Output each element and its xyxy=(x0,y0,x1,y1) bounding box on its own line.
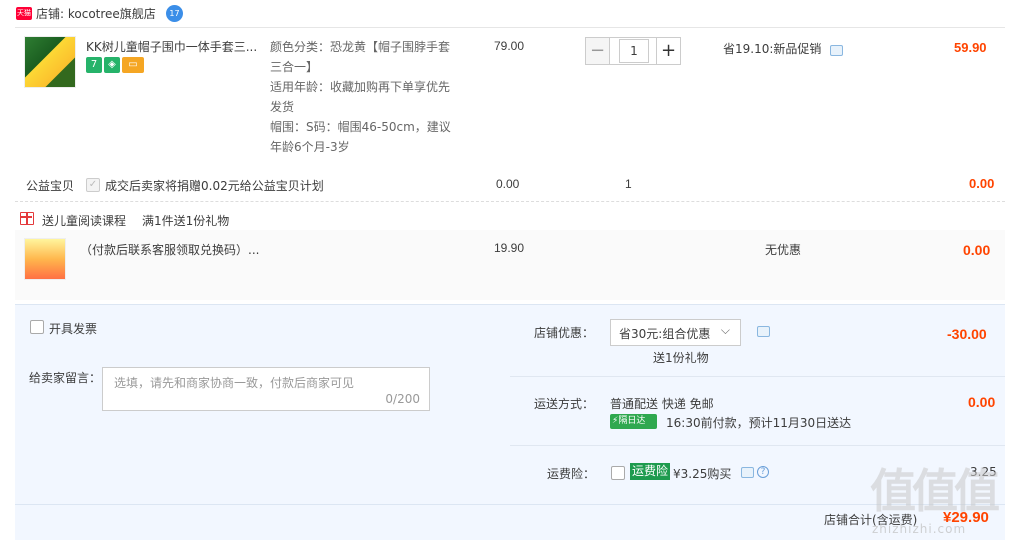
divider xyxy=(510,445,1005,446)
gift-item-title[interactable]: （付款后联系客服领取兑换码）... xyxy=(80,241,259,258)
card-icon[interactable]: ▭ xyxy=(122,57,144,73)
charity-text: 成交后卖家将捐赠0.02元给公益宝贝计划 xyxy=(105,179,324,193)
help-icon[interactable]: ? xyxy=(757,466,769,478)
watermark-url: zhizhizhi.com xyxy=(872,522,967,536)
sku-size: 帽围：S码：帽围46-50cm，建议年龄6个月-3岁 xyxy=(270,120,451,154)
gift-total: 0.00 xyxy=(963,242,991,258)
invoice-label[interactable]: 开具发票 xyxy=(49,320,97,337)
tmall-icon: 天猫 xyxy=(16,7,32,20)
divider xyxy=(15,201,1005,202)
divider xyxy=(15,27,1005,28)
service-icons: 7 ◈ ▭ xyxy=(86,57,146,73)
store-discount-amount: -30.00 xyxy=(947,326,987,342)
store-discount-selected: 省30元:组合优惠 xyxy=(619,327,711,341)
insurance-price: ¥3.25购买 xyxy=(673,467,732,481)
next-day-badge-text: 隔日达 xyxy=(618,416,646,426)
charity-price: 0.00 xyxy=(496,177,520,191)
charity-total: 0.00 xyxy=(969,176,995,191)
message-counter: 0/200 xyxy=(385,392,420,406)
shipping-method: 普通配送 快递 免邮 xyxy=(610,397,714,411)
promo-label: 省19.10:新品促销 xyxy=(723,42,822,56)
divider xyxy=(510,376,1005,377)
unit-price: 79.00 xyxy=(494,39,525,53)
gift-rule: 满1件送1份礼物 xyxy=(142,214,230,228)
charity-checkbox: ✓ xyxy=(86,178,100,192)
item-total: 59.90 xyxy=(954,40,987,55)
sku-color: 颜色分类：恐龙黄【帽子围脖手套三合一】 xyxy=(270,40,451,74)
shipping-label: 运送方式： xyxy=(534,397,595,411)
gift-title: 送儿童阅读课程 xyxy=(42,214,127,228)
message-placeholder: 选填，请先和商家协商一致，付款后商家可见 xyxy=(114,376,355,390)
chat-icon[interactable] xyxy=(830,45,843,56)
next-day-badge: ⚡隔日达 xyxy=(610,414,657,429)
shipping-amount: 0.00 xyxy=(968,394,996,410)
charity-label: 公益宝贝 xyxy=(26,179,75,193)
message-label: 给卖家留言： xyxy=(29,371,102,385)
gift-icon xyxy=(20,212,34,225)
insurance-tag: 运费险 xyxy=(630,463,671,480)
chat-bubble-icon[interactable]: 17 xyxy=(166,5,183,22)
message-textarea[interactable]: 选填，请先和商家协商一致，付款后商家可见 0/200 xyxy=(102,367,430,411)
gift-price: 19.90 xyxy=(494,241,525,255)
sku-age: 适用年龄：收藏加购再下单享优先发货 xyxy=(270,80,451,114)
chat-icon[interactable] xyxy=(757,326,770,337)
store-discount-label: 店铺优惠： xyxy=(534,326,595,340)
increase-button[interactable]: + xyxy=(656,38,680,64)
shipping-eta: 16:30前付款，预计11月30日送达 xyxy=(666,416,852,430)
gift-discount: 无优惠 xyxy=(765,243,802,257)
gift-thumbnail[interactable] xyxy=(24,238,66,280)
product-title[interactable]: KK树儿童帽子围巾一体手套三... xyxy=(86,38,261,55)
divider xyxy=(15,504,1005,505)
store-discount-select[interactable]: 省30元:组合优惠 ⌵ xyxy=(610,319,741,346)
chevron-down-icon: ⌵ xyxy=(720,323,730,337)
seven-day-return-icon[interactable]: 7 xyxy=(86,57,102,73)
store-discount-gift-note: 送1份礼物 xyxy=(653,351,709,365)
sku-info: 颜色分类：恐龙黄【帽子围脖手套三合一】 适用年龄：收藏加购再下单享优先发货 帽围… xyxy=(270,37,460,157)
store-name[interactable]: 店铺: kocotree旗舰店 xyxy=(36,5,156,22)
insurance-checkbox[interactable] xyxy=(611,466,625,480)
insurance-label: 运费险： xyxy=(547,467,596,481)
quantity-input[interactable]: 1 xyxy=(619,39,649,63)
guarantee-icon[interactable]: ◈ xyxy=(104,57,120,73)
invoice-checkbox[interactable] xyxy=(30,320,44,334)
quantity-stepper: − 1 + xyxy=(585,37,681,65)
decrease-button[interactable]: − xyxy=(586,38,610,64)
chat-icon[interactable] xyxy=(741,467,754,478)
charity-qty: 1 xyxy=(625,177,632,191)
product-thumbnail[interactable] xyxy=(24,36,76,88)
